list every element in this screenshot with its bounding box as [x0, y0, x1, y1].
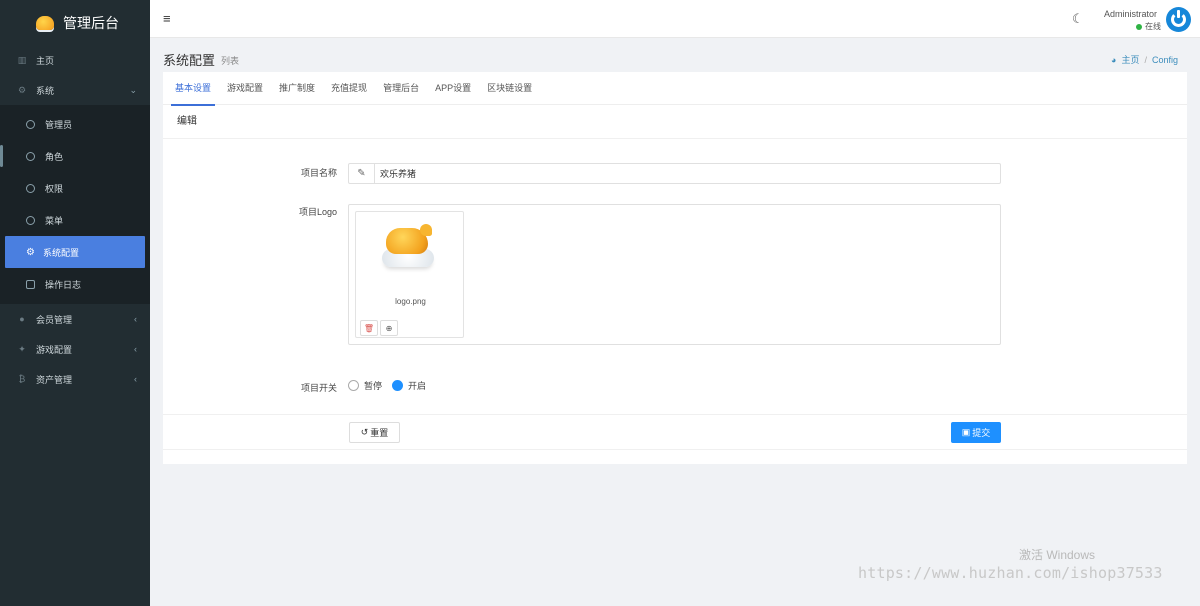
calendar-icon: [26, 279, 35, 289]
circle-icon: [26, 119, 35, 129]
submit-button-label: 提交: [972, 428, 991, 438]
circle-icon: [26, 183, 35, 193]
logo-actions: 🗑 ⊕: [360, 320, 398, 336]
save-icon: ▣: [961, 427, 971, 437]
sidebar-item-menus[interactable]: 菜单: [0, 204, 150, 236]
chevron-down-icon: ⌄: [129, 84, 137, 95]
project-name-label: 项目名称: [300, 168, 337, 178]
gamepad-icon: ✦: [18, 343, 26, 354]
page-subtitle: 列表: [221, 56, 240, 66]
chevron-left-icon: ‹: [134, 374, 137, 384]
circle-icon: [26, 215, 35, 225]
page-title: 系统配置: [163, 53, 216, 68]
radio-enable[interactable]: [392, 380, 404, 391]
breadcrumb: ◕ 主页 / Config: [1111, 53, 1178, 66]
user-name[interactable]: Administrator: [1104, 9, 1157, 19]
sidebar-item-label: 游戏配置: [36, 344, 73, 355]
sidebar-item-label: 系统: [36, 85, 55, 96]
radio-pause[interactable]: [348, 380, 359, 391]
config-panel: 基本设置 游戏配置 推广制度 充值提现 管理后台 APP设置 区块链设置 编辑 …: [163, 72, 1187, 464]
power-icon: [1171, 10, 1186, 27]
sidebar-item-label: 管理员: [45, 119, 73, 130]
sidebar-item-admins[interactable]: 管理员: [0, 108, 150, 140]
submit-button[interactable]: ▣ 提交: [951, 422, 1001, 443]
sidebar-item-roles[interactable]: 角色: [0, 140, 150, 172]
topbar: ≡ ☾ Administrator 在线: [150, 0, 1200, 38]
logo-filename: logo.png: [395, 297, 426, 306]
menu-toggle-icon[interactable]: ≡: [163, 11, 171, 26]
sidebar-item-label: 系统配置: [42, 247, 79, 258]
sidebar-item-label: 角色: [45, 151, 64, 162]
circle-icon: [26, 151, 35, 161]
sidebar-item-system-config[interactable]: ⚙ 系统配置: [5, 236, 145, 268]
tab-promotion[interactable]: 推广制度: [271, 72, 323, 105]
sidebar-item-label: 主页: [36, 55, 55, 66]
project-name-field: ✎: [348, 163, 1001, 184]
project-logo-label: 项目Logo: [298, 207, 337, 217]
tab-basic-settings[interactable]: 基本设置: [167, 72, 219, 106]
logo-pig-ear: [420, 224, 432, 236]
user-icon: ●: [19, 314, 25, 324]
tab-game-config[interactable]: 游戏配置: [219, 72, 271, 105]
gear-icon: ⚙: [17, 84, 27, 95]
online-dot-icon: [1136, 23, 1142, 30]
radio-pause-label[interactable]: 暂停: [364, 379, 382, 392]
moon-icon[interactable]: ☾: [1072, 11, 1084, 27]
sidebar-item-system[interactable]: ⚙ 系统 ⌄: [0, 75, 150, 105]
delete-logo-button[interactable]: 🗑: [360, 320, 378, 336]
brand-logo-icon: [36, 15, 54, 30]
pencil-icon: ✎: [349, 164, 375, 183]
bar-chart-icon: ▥: [17, 54, 27, 65]
system-submenu: 管理员 角色 权限 菜单 ⚙ 系统配置 操作日志: [0, 105, 150, 304]
url-watermark: https://www.huzhan.com/ishop37533: [858, 564, 1163, 582]
logo-image: [380, 224, 436, 274]
sidebar-item-label: 权限: [45, 183, 64, 194]
sidebar: 管理后台 ▥ 主页 ⚙ 系统 ⌄ 管理员 角色 权限 菜单 ⚙ 系统配置 操作日…: [0, 0, 150, 606]
breadcrumb-separator: /: [1144, 54, 1147, 65]
tab-recharge-withdraw[interactable]: 充值提现: [323, 72, 375, 105]
section-title: 编辑: [163, 105, 1187, 139]
sidebar-item-permissions[interactable]: 权限: [0, 172, 150, 204]
user-status: 在线: [1136, 21, 1161, 32]
user-status-label: 在线: [1145, 22, 1161, 31]
brand-title: 管理后台: [63, 14, 119, 31]
sidebar-item-home[interactable]: ▥ 主页: [0, 45, 150, 75]
sidebar-item-assets[interactable]: ₿ 资产管理 ‹: [0, 364, 150, 394]
tab-app-settings[interactable]: APP设置: [427, 72, 479, 105]
breadcrumb-current[interactable]: Config: [1152, 55, 1178, 65]
zoom-logo-button[interactable]: ⊕: [380, 320, 398, 336]
sidebar-item-label: 资产管理: [36, 374, 73, 385]
sidebar-item-logs[interactable]: 操作日志: [0, 268, 150, 300]
logo-preview: logo.png 🗑 ⊕: [355, 211, 464, 338]
project-switch-radios: 暂停 开启: [348, 379, 436, 392]
sidebar-item-label: 操作日志: [45, 279, 82, 290]
breadcrumb-home[interactable]: 主页: [1121, 53, 1139, 66]
avatar[interactable]: [1166, 7, 1191, 32]
chevron-left-icon: ‹: [134, 314, 137, 324]
bitcoin-icon: ₿: [18, 374, 26, 384]
brand[interactable]: 管理后台: [0, 0, 150, 45]
config-tabs: 基本设置 游戏配置 推广制度 充值提现 管理后台 APP设置 区块链设置: [163, 72, 1187, 106]
sidebar-scroll-marker[interactable]: [0, 145, 3, 167]
sidebar-item-members[interactable]: ● 会员管理 ‹: [0, 304, 150, 334]
logo-upload-box[interactable]: logo.png 🗑 ⊕: [348, 204, 1001, 345]
tab-blockchain-settings[interactable]: 区块链设置: [479, 72, 540, 105]
sidebar-item-game-config[interactable]: ✦ 游戏配置 ‹: [0, 334, 150, 364]
zoom-in-icon: ⊕: [385, 323, 393, 333]
activate-windows-watermark: 激活 Windows: [1019, 548, 1096, 562]
form-footer: ↺ 重置 ▣ 提交: [163, 414, 1187, 450]
project-switch-label: 项目开关: [300, 383, 337, 393]
reset-button[interactable]: ↺ 重置: [349, 422, 400, 443]
reset-button-label: 重置: [370, 428, 389, 438]
chevron-left-icon: ‹: [134, 344, 137, 354]
tab-admin-backend[interactable]: 管理后台: [375, 72, 427, 105]
radio-enable-label[interactable]: 开启: [408, 379, 426, 392]
dashboard-icon: ◕: [1111, 54, 1117, 65]
trash-icon: 🗑: [363, 323, 375, 333]
project-name-input[interactable]: [375, 164, 1000, 183]
undo-icon: ↺: [360, 427, 369, 437]
cogs-icon: ⚙: [26, 246, 35, 258]
sidebar-item-label: 菜单: [45, 215, 64, 226]
sidebar-item-label: 会员管理: [36, 314, 73, 325]
